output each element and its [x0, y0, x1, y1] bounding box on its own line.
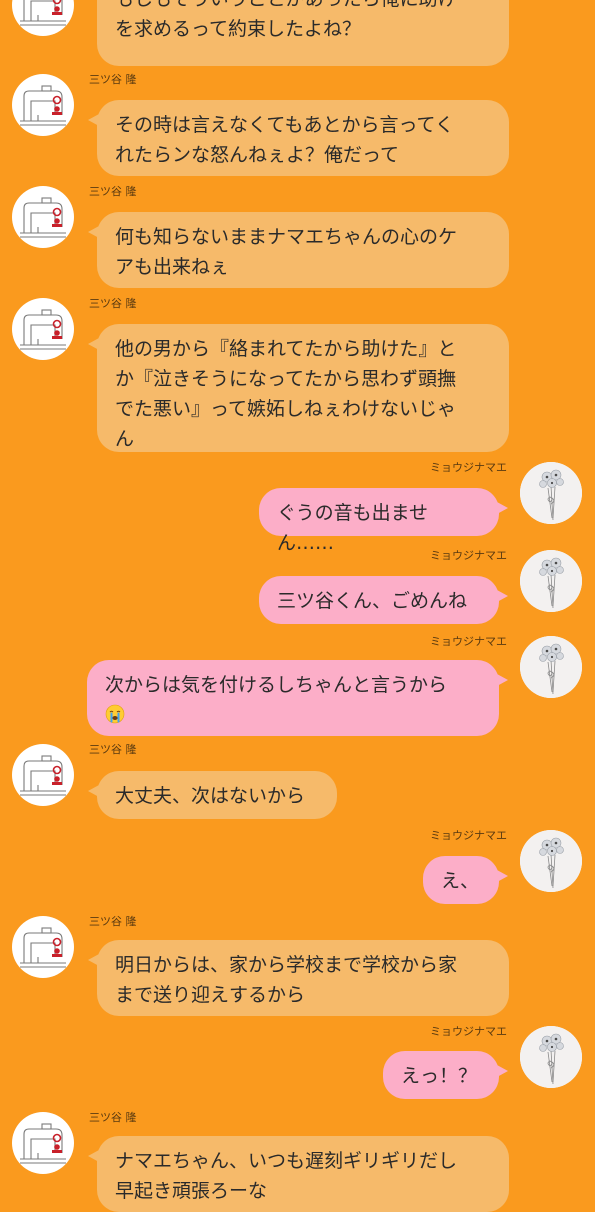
flower-bouquet-icon: [520, 830, 582, 892]
message-bubble[interactable]: 何も知らないままナマエちゃんの心のケ アも出来ねぇ: [88, 212, 509, 288]
avatar-mitsuya[interactable]: [12, 186, 74, 248]
message-bubble[interactable]: 他の男から『絡まれてたから助けた』と か『泣きそうになってたから思わず頭撫 でた…: [88, 324, 509, 452]
sender-name: ミョウジナマエ: [430, 549, 507, 562]
sender-name: 三ツ谷 隆: [89, 73, 137, 86]
sender-name: 三ツ谷 隆: [89, 1111, 137, 1124]
flower-bouquet-icon: [520, 636, 582, 698]
flower-bouquet-icon: [520, 1026, 582, 1088]
avatar-me[interactable]: [520, 462, 582, 524]
message-bubble[interactable]: ぐうの音も出ません……: [259, 488, 508, 554]
avatar-mitsuya[interactable]: [12, 0, 74, 36]
avatar-me[interactable]: [520, 1026, 582, 1088]
sender-name: 三ツ谷 隆: [89, 743, 137, 756]
avatar-mitsuya[interactable]: [12, 1112, 74, 1174]
sewing-machine-icon: [20, 309, 66, 350]
message-bubble[interactable]: ナマエちゃん、いつも遅刻ギリギリだし 早起き頑張ろーな: [88, 1136, 509, 1212]
flower-bouquet-icon: [520, 462, 582, 524]
sender-name: ミョウジナマエ: [430, 635, 507, 648]
sewing-machine-icon: [20, 197, 66, 238]
sewing-machine-icon: [20, 85, 66, 126]
sender-name: ミョウジナマエ: [430, 461, 507, 474]
sewing-machine-icon: [20, 755, 66, 796]
sender-name: 三ツ谷 隆: [89, 185, 137, 198]
avatar-mitsuya[interactable]: [12, 916, 74, 978]
message-bubble[interactable]: 明日からは、家から学校まで学校から家 まで送り迎えするから: [88, 940, 509, 1016]
sewing-machine-icon: [20, 927, 66, 968]
message-bubble[interactable]: え、: [423, 856, 508, 904]
message-bubble[interactable]: もしもそういうことがあったら俺に助け を求めるって約束したよね？: [97, 0, 509, 66]
avatar-me[interactable]: [520, 636, 582, 698]
avatar-mitsuya[interactable]: [12, 744, 74, 806]
flower-bouquet-icon: [520, 550, 582, 612]
avatar-me[interactable]: [520, 550, 582, 612]
message-bubble[interactable]: 三ツ谷くん、ごめんね: [259, 576, 508, 624]
message-bubble[interactable]: えっ！？: [383, 1051, 508, 1099]
message-bubble[interactable]: その時は言えなくてもあとから言ってく れたらンな怒んねぇよ？俺だって: [88, 100, 509, 176]
avatar-me[interactable]: [520, 830, 582, 892]
avatar-mitsuya[interactable]: [12, 74, 74, 136]
sender-name: ミョウジナマエ: [430, 829, 507, 842]
sewing-machine-icon: [20, 0, 66, 26]
message-bubble[interactable]: 次からは気を付けるしちゃんと言うから: [87, 660, 508, 736]
chat-area: もしもそういうことがあったら俺に助け を求めるって約束したよね？ 三ツ谷 隆 そ…: [0, 0, 595, 1212]
message-text: 次からは気を付けるしちゃんと言うから: [105, 674, 448, 696]
crying-face-emoji: [105, 703, 125, 724]
sender-name: 三ツ谷 隆: [89, 915, 137, 928]
sewing-machine-icon: [20, 1123, 66, 1164]
message-bubble[interactable]: 大丈夫、次はないから: [88, 771, 337, 819]
sender-name: ミョウジナマエ: [430, 1025, 507, 1038]
sender-name: 三ツ谷 隆: [89, 297, 137, 310]
avatar-mitsuya[interactable]: [12, 298, 74, 360]
